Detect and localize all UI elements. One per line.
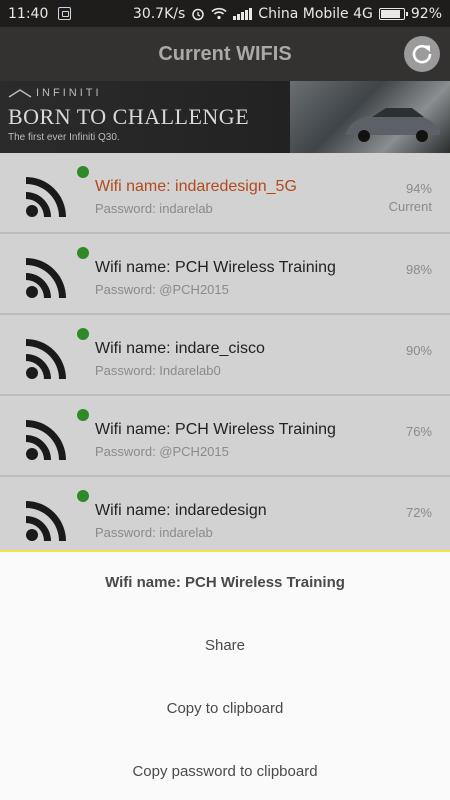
copy-to-clipboard-option[interactable]: Copy to clipboard bbox=[0, 700, 450, 717]
app-bar: Current WIFIS bbox=[0, 27, 450, 81]
sheet-title: Wifi name: PCH Wireless Training bbox=[105, 574, 345, 591]
wifi-password: Password: indarelab bbox=[95, 525, 213, 540]
notification-app-icon bbox=[58, 7, 72, 20]
alarm-icon bbox=[192, 8, 205, 20]
wifi-status-icon bbox=[211, 7, 227, 20]
action-sheet: Wifi name: PCH Wireless Training Share C… bbox=[0, 550, 450, 800]
connection-status-dot bbox=[77, 247, 89, 259]
wifi-signal-icon bbox=[26, 258, 66, 298]
network-speed: 30.7K/s bbox=[132, 5, 186, 22]
current-tag: Current bbox=[388, 199, 432, 214]
wifi-list-item[interactable]: Wifi name: PCH Wireless Training Passwor… bbox=[0, 234, 450, 315]
ad-car-image bbox=[290, 81, 450, 153]
ad-headline: BORN TO CHALLENGE bbox=[8, 104, 250, 129]
battery-percent: 92% bbox=[410, 5, 442, 22]
cell-signal-icon bbox=[233, 7, 253, 20]
wifi-signal-icon bbox=[26, 420, 66, 460]
share-option[interactable]: Share bbox=[0, 637, 450, 654]
wifi-list-item[interactable]: Wifi name: PCH Wireless Training Passwor… bbox=[0, 396, 450, 477]
connection-status-dot bbox=[77, 166, 89, 178]
wifi-password: Password: indarelab bbox=[95, 201, 213, 216]
wifi-password: Password: @PCH2015 bbox=[95, 444, 229, 459]
wifi-list-item[interactable]: Wifi name: indare_cisco Password: Indare… bbox=[0, 315, 450, 396]
refresh-button[interactable] bbox=[404, 36, 440, 72]
status-time: 11:40 bbox=[8, 5, 49, 22]
wifi-signal-icon bbox=[26, 177, 66, 217]
wifi-list: Wifi name: indaredesign_5G Password: ind… bbox=[0, 153, 450, 553]
infiniti-logo-icon bbox=[8, 89, 32, 98]
wifi-signal-icon bbox=[26, 501, 66, 541]
car-illustration bbox=[346, 108, 440, 142]
wifi-password: Password: @PCH2015 bbox=[95, 282, 229, 297]
wifi-signal-icon bbox=[26, 339, 66, 379]
signal-strength: 72% bbox=[405, 505, 432, 520]
connection-status-dot bbox=[77, 490, 89, 502]
signal-strength: 94% bbox=[405, 181, 432, 196]
ad-subline: The first ever Infiniti Q30. bbox=[8, 132, 120, 143]
wifi-name: Wifi name: indaredesign_5G bbox=[95, 178, 297, 195]
wifi-name: Wifi name: indare_cisco bbox=[95, 340, 265, 357]
status-bar: 11:40 30.7K/s China Mobile 4G 92% bbox=[0, 0, 450, 27]
wifi-name: Wifi name: PCH Wireless Training bbox=[95, 421, 336, 438]
signal-strength: 98% bbox=[405, 262, 432, 277]
wifi-list-item[interactable]: Wifi name: indaredesign Password: indare… bbox=[0, 477, 450, 553]
wifi-password: Password: Indarelab0 bbox=[95, 363, 221, 378]
connection-status-dot bbox=[77, 409, 89, 421]
carrier-label: China Mobile 4G bbox=[258, 5, 373, 22]
connection-status-dot bbox=[77, 328, 89, 340]
battery-icon bbox=[378, 7, 408, 20]
ad-banner[interactable]: INFINITI BORN TO CHALLENGE The first eve… bbox=[0, 81, 450, 153]
refresh-icon bbox=[412, 44, 432, 64]
wifi-name: Wifi name: indaredesign bbox=[95, 502, 267, 519]
signal-strength: 76% bbox=[405, 424, 432, 439]
signal-strength: 90% bbox=[405, 343, 432, 358]
page-title: Current WIFIS bbox=[158, 42, 292, 65]
wifi-list-item[interactable]: Wifi name: indaredesign_5G Password: ind… bbox=[0, 153, 450, 234]
wifi-name: Wifi name: PCH Wireless Training bbox=[95, 259, 336, 276]
copy-password-option[interactable]: Copy password to clipboard bbox=[0, 763, 450, 780]
ad-brand: INFINITI bbox=[36, 87, 102, 99]
